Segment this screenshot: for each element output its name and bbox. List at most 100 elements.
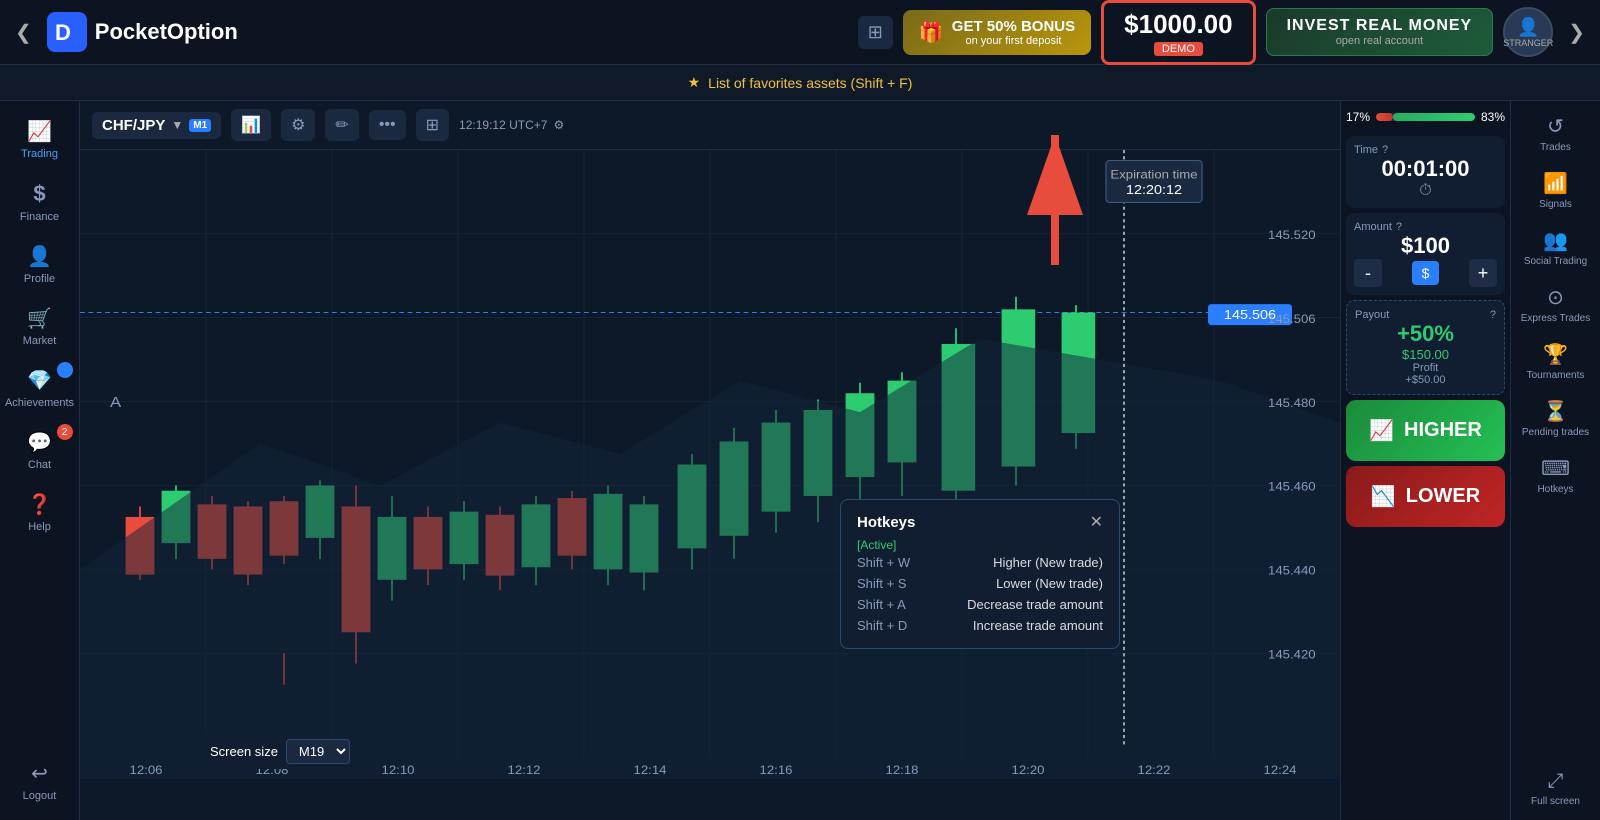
achievements-badge	[57, 362, 73, 378]
time-value: 00:01:00	[1354, 156, 1497, 182]
chart-area: CHF/JPY ▼ M1 📊 ⚙ ✏ ••• ⊞ 12:19:12 UTC+7 …	[80, 101, 1340, 820]
trades-icon: ↺	[1547, 114, 1564, 139]
sidebar-item-logout[interactable]: ↩ Logout	[5, 753, 75, 810]
logo: D PocketOption	[47, 12, 238, 52]
sidebar-item-profile[interactable]: 👤 Profile	[5, 236, 75, 293]
svg-text:145.506: 145.506	[1268, 313, 1316, 326]
time-help-icon[interactable]: ?	[1382, 144, 1388, 156]
sr-item-hotkeys[interactable]: ⌨ Hotkeys	[1513, 448, 1598, 503]
social-trading-label: Social Trading	[1524, 256, 1587, 267]
sr-item-tournaments[interactable]: 🏆 Tournaments	[1513, 334, 1598, 389]
amount-increase-button[interactable]: +	[1469, 259, 1497, 287]
help-icon: ❓	[27, 492, 52, 517]
payout-profit-amount: $150.00	[1355, 347, 1496, 362]
signals-icon: 📶	[1543, 171, 1568, 196]
settings-icon[interactable]: ⚙	[553, 118, 564, 132]
candlestick-chart: 145.506 Expiration time 12:20:12 12:06 1…	[80, 150, 1340, 779]
draw-button[interactable]: ✏	[325, 109, 358, 141]
svg-text:Expiration time: Expiration time	[1110, 168, 1197, 181]
sidebar-left: 📈 Trading $ Finance 👤 Profile 🛒 Market 💎…	[0, 101, 80, 820]
market-label: Market	[23, 335, 57, 347]
bonus-title: GET 50% BONUS	[952, 18, 1075, 35]
amount-value: $100	[1354, 233, 1497, 259]
bonus-button[interactable]: 🎁 GET 50% BONUS on your first deposit	[903, 10, 1091, 55]
sr-item-social-trading[interactable]: 👥 Social Trading	[1513, 220, 1598, 275]
hotkey-desc-w: Higher (New trade)	[993, 555, 1103, 570]
hotkey-desc-a: Decrease trade amount	[967, 597, 1103, 612]
progress-track	[1376, 113, 1475, 121]
favorites-text: List of favorites assets (Shift + F)	[708, 75, 912, 91]
chart-type-button[interactable]: 📊	[231, 109, 271, 141]
amount-help-icon[interactable]: ?	[1396, 221, 1402, 233]
demo-balance-button[interactable]: $1000.00 DEMO	[1101, 0, 1255, 65]
svg-text:12:14: 12:14	[634, 764, 667, 777]
sr-item-pending-trades[interactable]: ⏳ Pending trades	[1513, 391, 1598, 446]
chat-wrap: 💬 Chat 2	[5, 422, 75, 479]
nav-right-button[interactable]: ❯	[1563, 15, 1590, 50]
sidebar-item-finance[interactable]: $ Finance	[5, 173, 75, 231]
hotkeys-title: Hotkeys	[857, 514, 915, 531]
trading-label: Trading	[21, 148, 58, 160]
demo-label: DEMO	[1154, 42, 1203, 56]
chat-icon: 💬	[27, 430, 52, 455]
hotkey-key-s: Shift + S	[857, 576, 907, 591]
sidebar-right: ↺ Trades 📶 Signals 👥 Social Trading ⊙ Ex…	[1510, 101, 1600, 820]
demo-balance: $1000.00	[1124, 9, 1232, 40]
chat-label: Chat	[28, 459, 51, 471]
invest-button[interactable]: INVEST REAL MONEY open real account	[1266, 8, 1494, 56]
sr-item-express-trades[interactable]: ⊙ Express Trades	[1513, 277, 1598, 332]
lower-button[interactable]: 📉 LOWER	[1346, 466, 1505, 527]
currency-button[interactable]: $	[1412, 261, 1440, 285]
invest-subtitle: open real account	[1287, 35, 1473, 47]
payout-section: Payout ? +50% $150.00 Profit +$50.00	[1346, 300, 1505, 395]
pending-trades-label: Pending trades	[1522, 427, 1589, 438]
svg-text:D: D	[55, 20, 71, 45]
avatar-label: STRANGER	[1503, 38, 1553, 48]
time-display: 12:19:12 UTC+7 ⚙	[459, 118, 564, 132]
asset-name: CHF/JPY	[102, 117, 165, 134]
layout-grid-button[interactable]: ⊞	[416, 109, 449, 141]
sr-item-fullscreen[interactable]: ⤢ Full screen	[1513, 762, 1598, 815]
fullscreen-icon: ⤢	[1548, 770, 1564, 793]
finance-label: Finance	[20, 211, 59, 223]
profile-label: Profile	[24, 273, 55, 285]
hotkey-row-a: Shift + A Decrease trade amount	[857, 594, 1103, 615]
sidebar-item-help[interactable]: ❓ Help	[5, 484, 75, 541]
screen-size-select[interactable]: M19 M18 M20	[286, 739, 350, 764]
hotkeys-close-button[interactable]: ✕	[1090, 512, 1103, 532]
avatar[interactable]: 👤 STRANGER	[1503, 7, 1553, 57]
achievements-icon: 💎	[27, 368, 52, 393]
favorites-bar[interactable]: ★ List of favorites assets (Shift + F)	[0, 65, 1600, 101]
payout-help-icon[interactable]: ?	[1490, 309, 1496, 321]
chart-settings-button[interactable]: ⚙	[281, 109, 315, 141]
sidebar-item-market[interactable]: 🛒 Market	[5, 298, 75, 355]
hotkey-row-s: Shift + S Lower (New trade)	[857, 573, 1103, 594]
express-trades-label: Express Trades	[1521, 313, 1590, 324]
higher-button[interactable]: 📈 HIGHER	[1346, 400, 1505, 461]
payout-profit-label: Profit	[1355, 362, 1496, 374]
chart-time: 12:19:12 UTC+7	[459, 118, 547, 132]
payout-percentage: +50%	[1355, 321, 1496, 347]
hotkey-key-w: Shift + W	[857, 555, 910, 570]
amount-decrease-button[interactable]: -	[1354, 259, 1382, 287]
svg-text:12:10: 12:10	[382, 764, 415, 777]
amount-section: Amount ? $100 - $ +	[1346, 213, 1505, 295]
asset-selector[interactable]: CHF/JPY ▼ M1	[92, 112, 221, 139]
svg-text:145.460: 145.460	[1268, 480, 1316, 493]
hotkeys-label: Hotkeys	[1537, 484, 1573, 495]
sidebar-item-trading[interactable]: 📈 Trading	[5, 111, 75, 168]
clock-icon: ⏱	[1354, 182, 1497, 200]
logout-label: Logout	[23, 790, 57, 802]
help-label: Help	[28, 521, 51, 533]
svg-text:145.420: 145.420	[1268, 648, 1316, 661]
chart-toolbar: CHF/JPY ▼ M1 📊 ⚙ ✏ ••• ⊞ 12:19:12 UTC+7 …	[80, 101, 1340, 150]
screen-size-bar: Screen size M19 M18 M20	[200, 734, 360, 769]
layout-button[interactable]: ⊞	[858, 16, 893, 49]
bonus-subtitle: on your first deposit	[952, 35, 1075, 47]
payout-header: Payout ?	[1355, 309, 1496, 321]
sr-item-trades[interactable]: ↺ Trades	[1513, 106, 1598, 161]
more-button[interactable]: •••	[369, 110, 406, 140]
nav-left-button[interactable]: ❮	[10, 15, 37, 50]
progress-fill-red	[1376, 113, 1393, 121]
sr-item-signals[interactable]: 📶 Signals	[1513, 163, 1598, 218]
